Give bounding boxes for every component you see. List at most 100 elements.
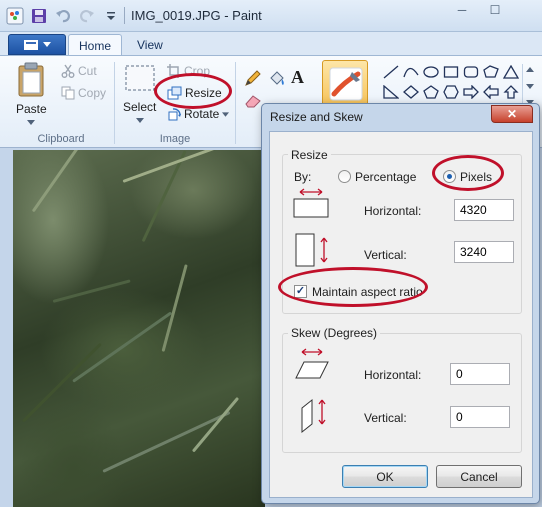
skew-horizontal-input[interactable] xyxy=(450,363,510,385)
resize-horizontal-input[interactable] xyxy=(454,199,514,221)
paint-menu-button[interactable] xyxy=(8,34,66,55)
vertical-skew-icon xyxy=(301,398,326,434)
save-icon[interactable] xyxy=(30,7,48,25)
select-label: Select xyxy=(123,100,157,114)
grass-blade xyxy=(72,311,173,383)
skew-vertical-input[interactable] xyxy=(450,406,510,428)
resize-vertical-label: Vertical: xyxy=(364,248,407,262)
shapes-scroll[interactable] xyxy=(522,64,536,108)
window-title: IMG_0019.JPG - Paint xyxy=(131,8,262,23)
select-button[interactable]: Select xyxy=(123,64,156,123)
shapes-gallery xyxy=(382,64,522,100)
eraser-icon xyxy=(245,95,261,108)
maximize-icon[interactable]: ☐ xyxy=(478,0,512,20)
eraser-tool[interactable] xyxy=(244,94,262,108)
percentage-radio[interactable] xyxy=(338,170,351,183)
crop-label: Crop xyxy=(184,64,211,78)
grass-blade xyxy=(21,342,102,423)
copy-icon xyxy=(61,86,75,100)
resize-icon xyxy=(167,86,182,100)
cancel-button[interactable]: Cancel xyxy=(436,465,522,488)
chevron-down-icon xyxy=(135,118,144,123)
grass-blade xyxy=(31,150,86,213)
fill-tool[interactable] xyxy=(268,69,286,87)
title-separator xyxy=(124,7,125,24)
rotate-button[interactable]: Rotate xyxy=(167,107,230,121)
grass-blade xyxy=(52,279,131,303)
curve-shape-icon[interactable] xyxy=(402,64,420,80)
redo-icon[interactable] xyxy=(78,7,96,25)
right-triangle-shape-icon[interactable] xyxy=(382,84,400,100)
oval-shape-icon[interactable] xyxy=(422,64,440,80)
rotate-label: Rotate xyxy=(184,107,220,121)
cut-button[interactable]: Cut xyxy=(61,64,97,78)
crop-button[interactable]: Crop xyxy=(167,64,210,78)
undo-icon[interactable] xyxy=(54,7,72,25)
chevron-down-icon xyxy=(43,41,51,47)
menu-icon xyxy=(24,39,38,50)
cut-label: Cut xyxy=(78,64,97,78)
rotate-icon xyxy=(168,108,181,121)
right-arrow-shape-icon[interactable] xyxy=(462,84,480,100)
scissors-icon xyxy=(61,64,75,78)
pentagon-shape-icon[interactable] xyxy=(422,84,440,100)
close-icon[interactable]: ✕ xyxy=(491,105,533,123)
paint-app-icon[interactable] xyxy=(6,7,24,25)
ok-button[interactable]: OK xyxy=(342,465,428,488)
horizontal-resize-icon xyxy=(293,188,329,218)
triangle-shape-icon[interactable] xyxy=(502,64,520,80)
horizontal-skew-icon xyxy=(295,348,329,379)
dialog-body: Resize By: Percentage Pixels Horizontal:… xyxy=(269,131,533,498)
polygon-shape-icon[interactable] xyxy=(482,64,500,80)
image-canvas[interactable] xyxy=(13,150,265,507)
brush-icon xyxy=(329,67,363,101)
brushes-button[interactable] xyxy=(322,60,368,106)
paste-label: Paste xyxy=(16,102,47,116)
diamond-shape-icon[interactable] xyxy=(402,84,420,100)
vertical-resize-icon xyxy=(295,233,328,267)
line-shape-icon[interactable] xyxy=(382,64,400,80)
chevron-down-icon xyxy=(222,111,230,117)
selection-rectangle-icon xyxy=(125,65,155,91)
group-separator xyxy=(114,62,115,144)
group-separator xyxy=(235,62,236,144)
tab-home[interactable]: Home xyxy=(68,34,123,56)
paste-button[interactable]: Paste xyxy=(16,62,47,125)
pencil-icon xyxy=(245,70,261,86)
skew-legend: Skew (Degrees) xyxy=(288,326,381,340)
text-icon: A xyxy=(291,67,304,87)
grass-blade xyxy=(102,410,231,473)
paint-bucket-icon xyxy=(270,71,284,85)
by-label: By: xyxy=(294,170,312,184)
text-tool[interactable]: A xyxy=(291,67,304,88)
title-bar: IMG_0019.JPG - Paint ─ ☐ xyxy=(0,0,542,32)
clipboard-icon xyxy=(18,62,44,97)
quick-access-toolbar xyxy=(6,6,120,26)
chevron-down-icon xyxy=(27,120,36,125)
image-group-label: Image xyxy=(159,133,191,145)
resize-button[interactable]: Resize xyxy=(167,86,222,100)
crop-icon xyxy=(167,64,181,78)
rounded-rectangle-shape-icon[interactable] xyxy=(462,64,480,80)
dialog-title: Resize and Skew xyxy=(270,110,363,124)
clipboard-group-label: Clipboard xyxy=(37,133,85,145)
resize-horizontal-label: Horizontal: xyxy=(364,204,422,218)
resize-vertical-input[interactable] xyxy=(454,241,514,263)
copy-button[interactable]: Copy xyxy=(61,86,106,100)
pixels-label[interactable]: Pixels xyxy=(460,170,492,184)
pixels-radio[interactable] xyxy=(443,170,456,183)
rectangle-shape-icon[interactable] xyxy=(442,64,460,80)
minimize-icon[interactable]: ─ xyxy=(445,0,479,20)
maintain-aspect-label[interactable]: Maintain aspect ratio xyxy=(312,285,423,299)
pencil-tool[interactable] xyxy=(244,69,262,87)
customize-toolbar-icon[interactable] xyxy=(102,7,120,25)
skew-vertical-label: Vertical: xyxy=(364,411,407,425)
percentage-label[interactable]: Percentage xyxy=(355,170,416,184)
grass-blade xyxy=(161,264,188,352)
up-arrow-shape-icon[interactable] xyxy=(502,84,520,100)
hexagon-shape-icon[interactable] xyxy=(442,84,460,100)
tab-view[interactable]: View xyxy=(127,34,173,56)
skew-horizontal-label: Horizontal: xyxy=(364,368,422,382)
left-arrow-shape-icon[interactable] xyxy=(482,84,500,100)
maintain-aspect-checkbox[interactable]: ✓ xyxy=(294,285,307,298)
